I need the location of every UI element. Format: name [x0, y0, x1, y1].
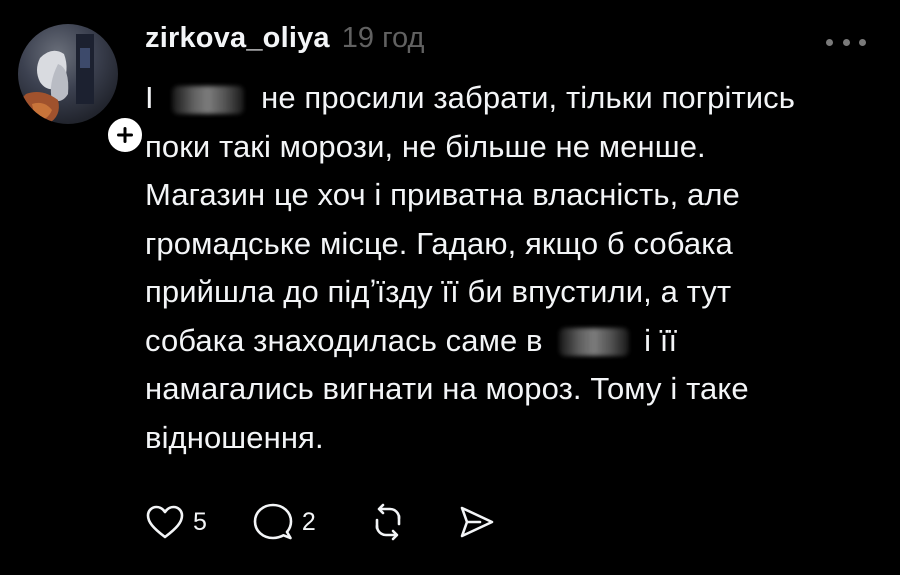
- post-text: І не просили забрати, тільки погрітись п…: [145, 74, 865, 462]
- text-segment: собака знаходилась саме в: [145, 322, 543, 358]
- text-line: Магазин це хоч і приватна власність, але: [145, 177, 740, 212]
- username-link[interactable]: zirkova_oliya: [145, 22, 330, 55]
- avatar[interactable]: [18, 24, 118, 124]
- comment-button[interactable]: 2: [252, 502, 316, 542]
- more-options-button[interactable]: [826, 37, 866, 47]
- text-line: намагались вигнати на мороз. Тому і таке: [145, 371, 749, 406]
- post-time[interactable]: 19 год: [342, 22, 425, 55]
- avatar-container: [18, 24, 146, 156]
- thread-post: zirkova_oliya 19 год І не просили забрат…: [0, 0, 900, 575]
- send-icon: [460, 506, 494, 538]
- share-button[interactable]: [456, 502, 496, 542]
- redacted-blur: [172, 85, 245, 114]
- post-actions: 5 2: [145, 500, 496, 544]
- more-dots-icon: [826, 38, 833, 46]
- text-line: громадське місце. Гадаю, якщо б собака: [145, 225, 733, 261]
- repost-icon: [375, 503, 401, 541]
- text-segment: і її: [644, 322, 678, 358]
- text-segment: не просили забрати, тільки погрітись: [261, 80, 796, 115]
- like-button[interactable]: 5: [145, 504, 207, 540]
- comment-bubble-icon: [253, 503, 293, 540]
- text-line: відношення.: [145, 419, 324, 455]
- text-segment: І: [145, 80, 154, 115]
- redacted-blur: [559, 328, 630, 357]
- repost-button[interactable]: [368, 502, 408, 542]
- post-header: zirkova_oliya 19 год: [145, 22, 424, 62]
- text-line: І не просили забрати, тільки погрітись: [145, 74, 865, 123]
- like-count: 5: [193, 507, 207, 536]
- text-line: собака знаходилась саме в і її: [145, 317, 865, 366]
- text-line: поки такі морози, не більше не менше.: [145, 128, 706, 164]
- comment-count: 2: [301, 507, 316, 536]
- heart-icon: [146, 505, 184, 539]
- follow-button[interactable]: [104, 114, 146, 156]
- text-line: прийшла до підʼїзду її би впустили, а ту…: [145, 274, 732, 309]
- plus-icon: [117, 127, 133, 143]
